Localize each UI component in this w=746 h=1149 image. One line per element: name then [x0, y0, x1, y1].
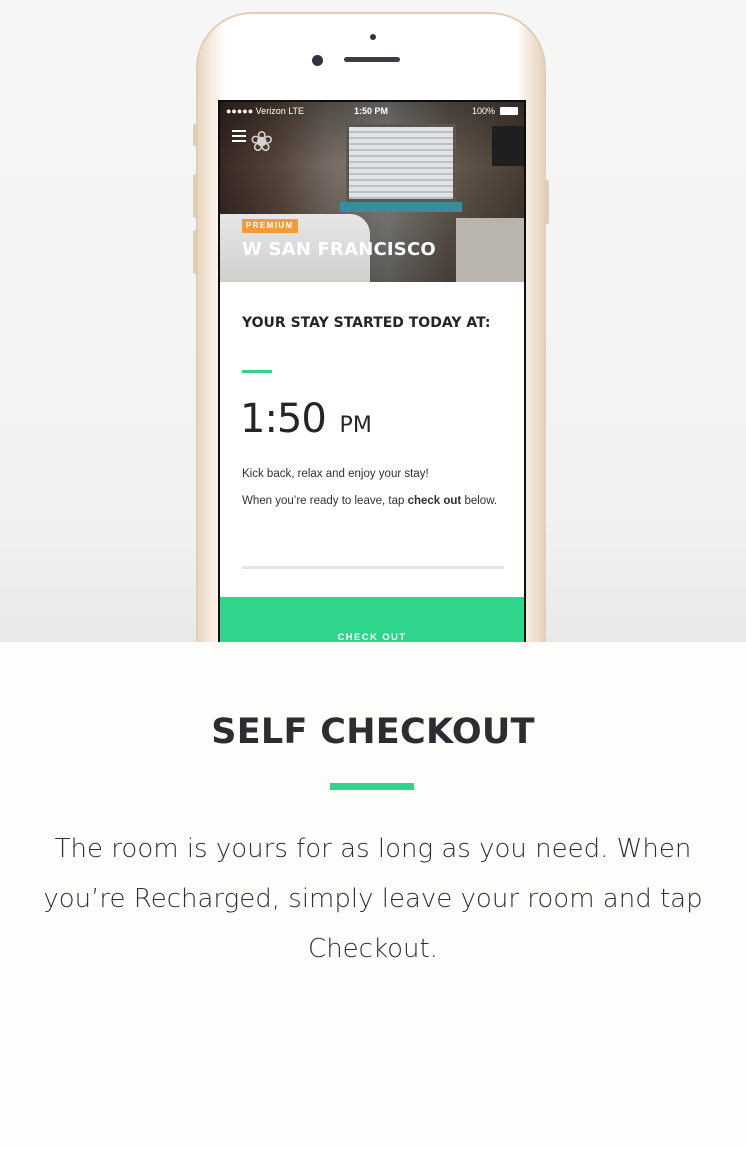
power-button — [545, 180, 549, 224]
instructions-bold: check out — [407, 495, 462, 507]
window-blinds — [346, 124, 456, 202]
stay-time-ampm: PM — [339, 413, 372, 438]
instructions-post: below. — [461, 495, 498, 507]
hotel-name: W SAN FRANCISCO — [242, 239, 436, 260]
volume-down-button — [193, 230, 197, 274]
section-title: SELF CHECKOUT — [211, 712, 535, 752]
stay-time-value: 1:50 — [240, 396, 327, 442]
carrier-label: ●●●●● Verizon LTE — [226, 106, 305, 116]
stay-started-label: YOUR STAY STARTED TODAY AT: — [242, 315, 491, 331]
section-description: The room is yours for as long as you nee… — [43, 834, 703, 964]
battery-percent: 100% — [472, 106, 496, 116]
hero-section: ❀ ●●●●● Verizon LTE 1:50 PM 100% PREMIUM… — [0, 0, 746, 642]
premium-badge: PREMIUM — [242, 219, 298, 233]
hamburger-menu-icon[interactable] — [232, 130, 246, 142]
instructions-pre: When you’re ready to leave, tap — [242, 495, 408, 507]
earpiece-speaker — [344, 57, 400, 62]
stay-start-time: 1:50 PM — [240, 396, 372, 442]
section-accent-rule — [330, 783, 414, 790]
status-time: 1:50 PM — [354, 106, 389, 116]
desk — [456, 218, 524, 282]
accent-dash — [242, 370, 272, 373]
wall-art-icon: ❀ — [250, 125, 274, 158]
battery-icon — [500, 107, 518, 115]
window-seat — [340, 202, 462, 212]
phone-mockup: ❀ ●●●●● Verizon LTE 1:50 PM 100% PREMIUM… — [193, 12, 549, 642]
phone-screen: ❀ ●●●●● Verizon LTE 1:50 PM 100% PREMIUM… — [218, 100, 526, 642]
volume-up-button — [193, 174, 197, 218]
divider — [242, 566, 504, 569]
app-view: ❀ ●●●●● Verizon LTE 1:50 PM 100% PREMIUM… — [220, 102, 524, 642]
relax-message: Kick back, relax and enjoy your stay! — [242, 468, 429, 480]
front-camera — [312, 55, 323, 66]
status-bar: ●●●●● Verizon LTE 1:50 PM 100% — [220, 102, 524, 120]
check-out-button[interactable]: CHECK OUT — [220, 597, 524, 642]
mute-switch — [193, 124, 197, 146]
checkout-instructions: When you’re ready to leave, tap check ou… — [242, 493, 504, 509]
tv — [492, 126, 524, 166]
proximity-sensor — [370, 34, 376, 40]
